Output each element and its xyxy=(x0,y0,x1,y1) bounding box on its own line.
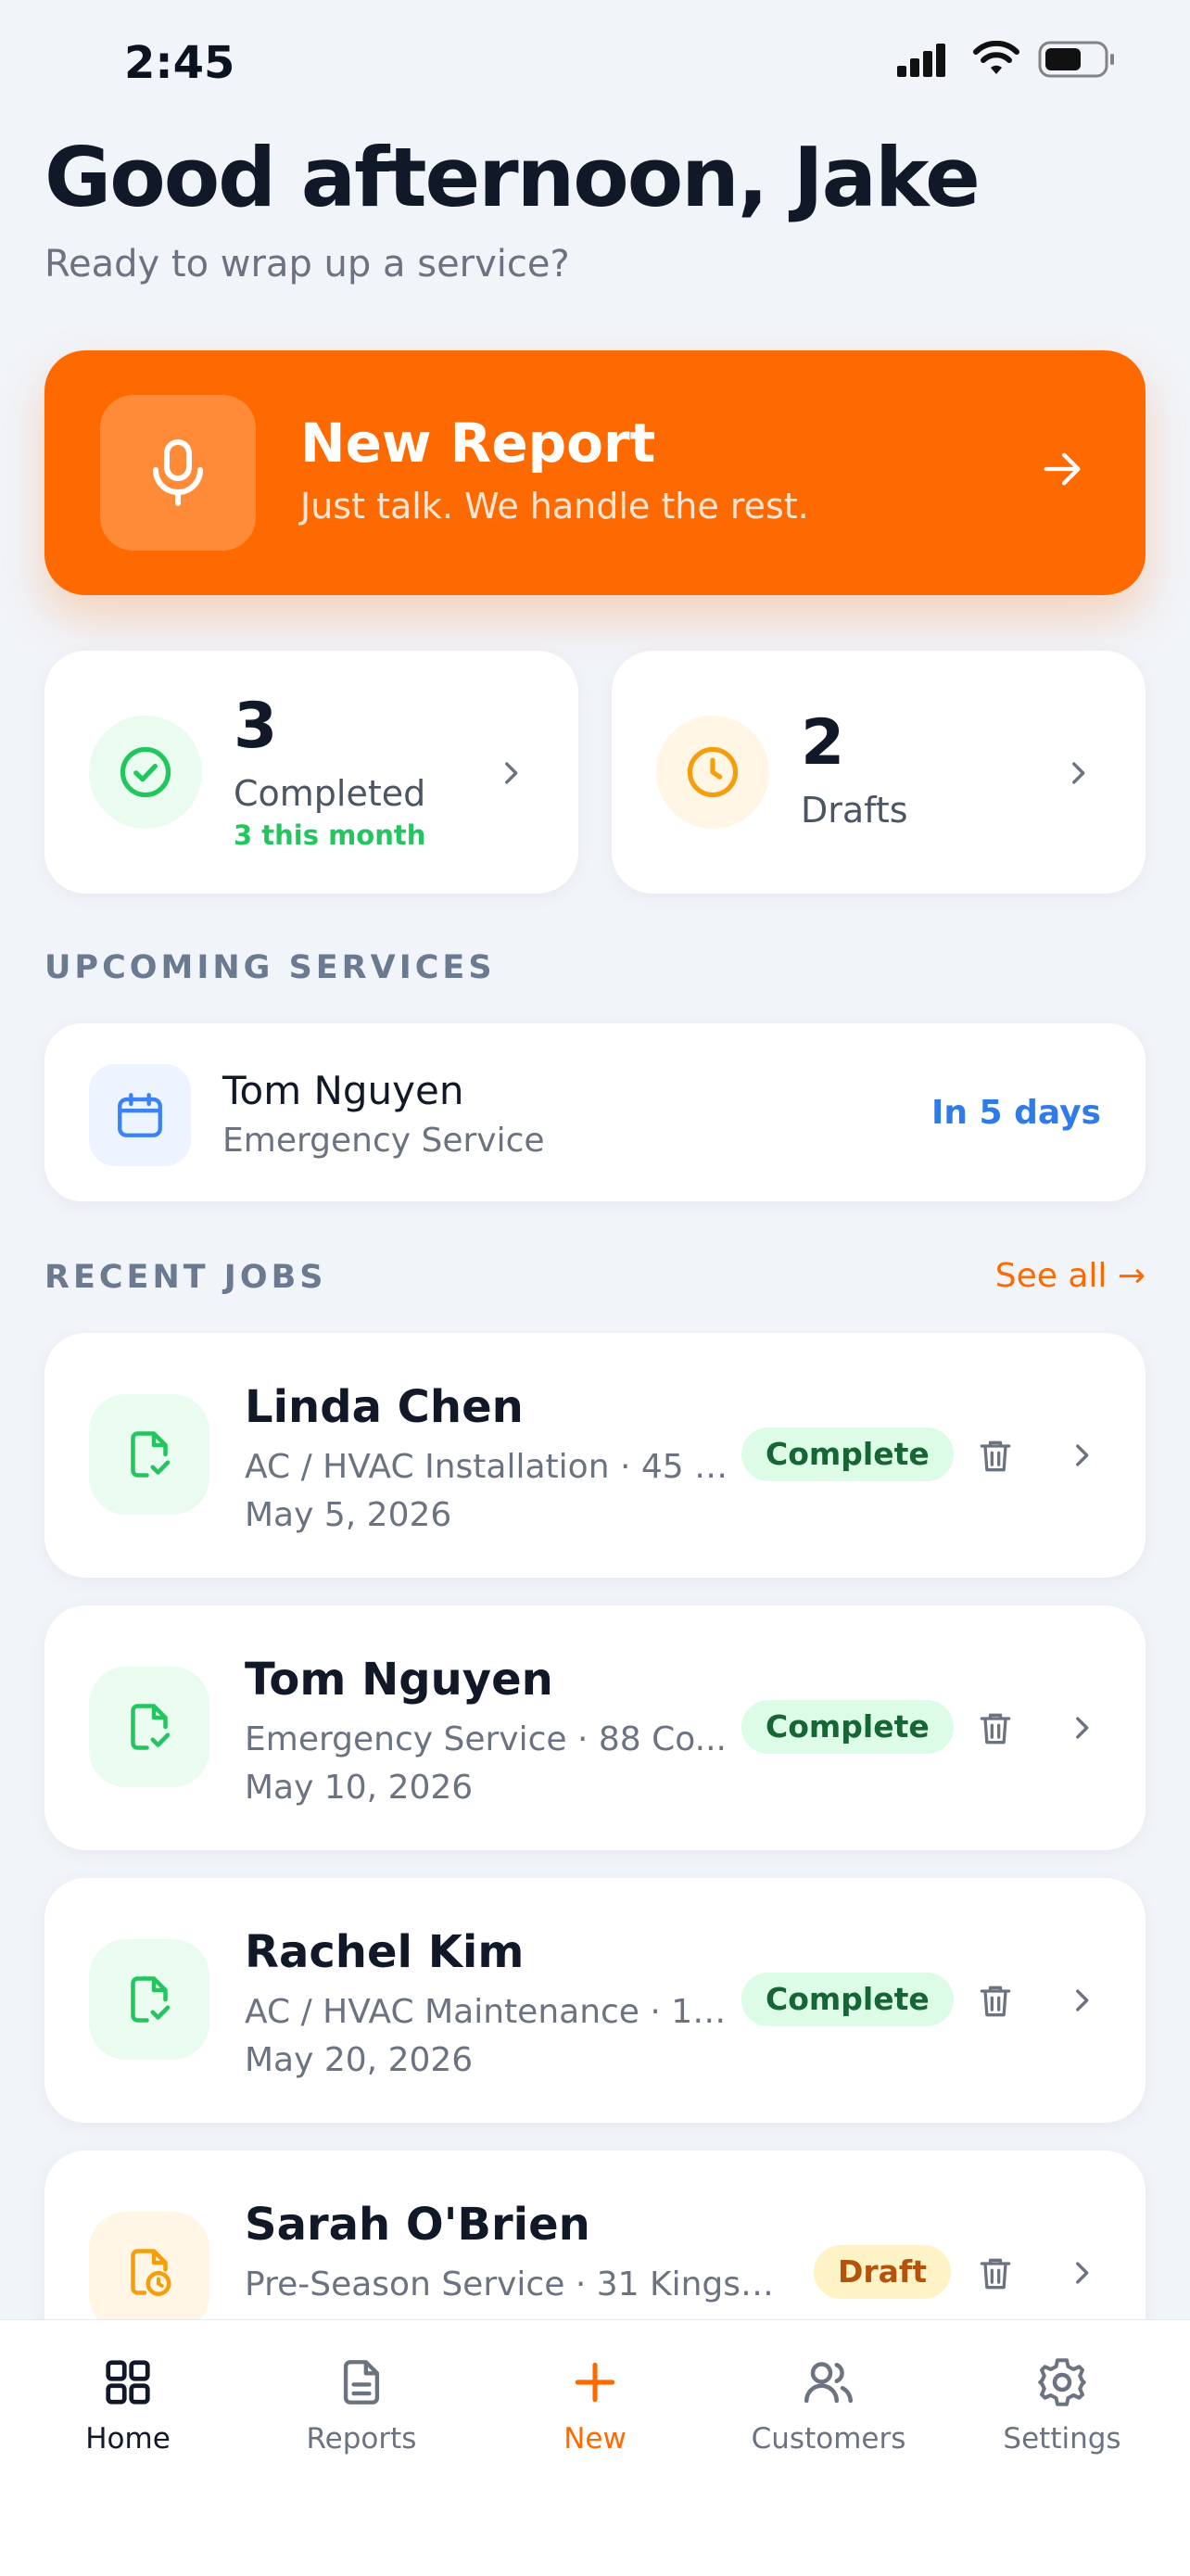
chevron-right-icon xyxy=(505,762,518,784)
clock-icon xyxy=(687,746,739,798)
status-badge: Complete xyxy=(741,1700,954,1754)
bottom-nav: Home Reports New Customers Settings xyxy=(0,2319,1190,2576)
greeting-subtitle: Ready to wrap up a service? xyxy=(44,243,570,286)
drafts-count: 2 xyxy=(801,706,845,780)
completed-label: Completed xyxy=(234,773,426,814)
job-icon-wrap xyxy=(89,1394,209,1515)
gear-icon xyxy=(1038,2358,1086,2406)
status-time: 2:45 xyxy=(124,37,235,89)
upcoming-service-type: Emergency Service xyxy=(222,1122,545,1160)
document-check-icon xyxy=(131,1704,171,1750)
nav-reports-label: Reports xyxy=(306,2422,417,2455)
users-icon xyxy=(804,2362,853,2404)
calendar-icon-wrap xyxy=(89,1064,191,1166)
nav-home-label: Home xyxy=(85,2422,171,2455)
nav-reports[interactable]: Reports xyxy=(269,2350,454,2455)
status-badge: Complete xyxy=(741,1428,954,1481)
status-badge: Complete xyxy=(741,1973,954,2026)
job-icon-wrap xyxy=(89,1667,209,1787)
drafts-icon-wrap xyxy=(656,716,769,829)
new-report-title: New Report xyxy=(300,412,656,475)
microphone-icon xyxy=(153,439,203,506)
upcoming-service-item[interactable]: Tom Nguyen Emergency Service In 5 days xyxy=(44,1023,1146,1201)
new-report-subtitle: Just talk. We handle the rest. xyxy=(300,486,809,527)
nav-home[interactable]: Home xyxy=(35,2350,221,2455)
job-customer-name: Linda Chen xyxy=(245,1381,524,1433)
calendar-icon xyxy=(118,1093,162,1137)
job-card[interactable]: Rachel Kim AC / HVAC Maintenance · 14 ..… xyxy=(44,1878,1146,2123)
job-icon-wrap xyxy=(89,1939,209,2060)
nav-new-label: New xyxy=(563,2422,627,2455)
document-clock-icon xyxy=(131,2249,171,2296)
battery-icon xyxy=(1038,41,1114,78)
document-check-icon xyxy=(131,1431,171,1478)
drafts-stat-card[interactable]: 2 Drafts xyxy=(612,651,1146,894)
nav-customers[interactable]: Customers xyxy=(736,2350,921,2455)
new-report-button[interactable]: New Report Just talk. We handle the rest… xyxy=(44,350,1146,595)
upcoming-when: In 5 days xyxy=(931,1094,1101,1132)
job-card[interactable]: Tom Nguyen Emergency Service · 88 Co... … xyxy=(44,1605,1146,1850)
job-card[interactable]: Linda Chen AC / HVAC Installation · 45 M… xyxy=(44,1333,1146,1578)
wifi-icon xyxy=(973,41,1019,74)
chevron-right-icon xyxy=(1072,762,1085,784)
completed-count: 3 xyxy=(234,690,278,763)
trash-icon[interactable] xyxy=(975,1435,1016,1478)
chevron-right-icon[interactable] xyxy=(1066,2254,1097,2291)
signal-icon xyxy=(897,44,945,77)
completed-stat-card[interactable]: 3 Completed 3 this month xyxy=(44,651,578,894)
see-all-link[interactable]: See all → xyxy=(995,1257,1146,1295)
upcoming-heading: UPCOMING SERVICES xyxy=(44,949,496,986)
job-detail: AC / HVAC Maintenance · 14 ... xyxy=(245,1993,745,2031)
upcoming-customer-name: Tom Nguyen xyxy=(222,1068,464,1113)
trash-icon[interactable] xyxy=(975,2252,1016,2295)
completed-note: 3 this month xyxy=(234,819,426,851)
greeting-title: Good afternoon, Jake xyxy=(44,130,981,225)
grid-icon xyxy=(106,2360,150,2405)
chevron-right-icon[interactable] xyxy=(1066,1709,1097,1746)
job-customer-name: Sarah O'Brien xyxy=(245,2199,590,2251)
job-date: May 5, 2026 xyxy=(245,1496,452,1534)
chevron-right-icon[interactable] xyxy=(1066,1437,1097,1474)
document-check-icon xyxy=(131,1976,171,2023)
trash-icon[interactable] xyxy=(975,1707,1016,1750)
nav-settings-label: Settings xyxy=(1003,2422,1121,2455)
check-circle-icon xyxy=(120,746,171,798)
job-detail: Emergency Service · 88 Co... xyxy=(245,1720,727,1758)
recent-jobs-heading: RECENT JOBS xyxy=(44,1259,327,1296)
job-customer-name: Tom Nguyen xyxy=(245,1654,553,1706)
nav-new[interactable]: New xyxy=(502,2350,688,2455)
job-detail: Pre-Season Service · 31 Kingswa... xyxy=(245,2265,801,2303)
plus-icon xyxy=(575,2362,615,2403)
nav-customers-label: Customers xyxy=(751,2422,906,2455)
arrow-right-icon xyxy=(1044,452,1081,486)
nav-settings[interactable]: Settings xyxy=(969,2350,1155,2455)
job-date: May 10, 2026 xyxy=(245,1769,474,1807)
status-icons xyxy=(897,41,1116,78)
chevron-right-icon[interactable] xyxy=(1066,1982,1097,2019)
completed-icon-wrap xyxy=(89,716,202,829)
mic-tile xyxy=(100,395,256,551)
job-detail: AC / HVAC Installation · 45 M... xyxy=(245,1448,745,1486)
job-date: May 20, 2026 xyxy=(245,2041,474,2079)
job-icon-wrap xyxy=(89,2212,209,2332)
status-badge: Draft xyxy=(814,2245,952,2299)
trash-icon[interactable] xyxy=(975,1980,1016,2023)
document-icon xyxy=(343,2360,380,2405)
job-customer-name: Rachel Kim xyxy=(245,1926,525,1978)
drafts-label: Drafts xyxy=(801,790,908,831)
